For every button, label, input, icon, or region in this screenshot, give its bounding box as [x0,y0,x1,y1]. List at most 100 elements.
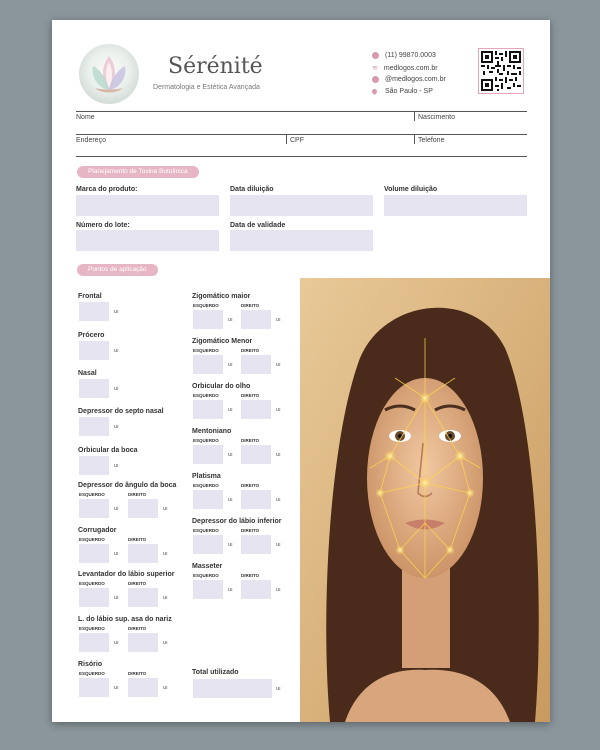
risorio-left-unit: UI [114,685,119,690]
levantador-right-unit: UI [163,595,168,600]
zig-menor-right-field[interactable] [241,355,271,374]
corrugador-right-field[interactable] [128,544,158,563]
masseter-left-unit: UI [228,587,233,592]
platisma-right-unit: UI [276,497,281,502]
brand-tagline: Dermatologia e Estética Avançada [153,84,260,91]
angulo-boca-right-label: DIREITO [128,492,147,497]
risorio-right-label: DIREITO [128,671,147,676]
levantador-right-field[interactable] [128,588,158,607]
septo-unit: UI [114,424,119,429]
asa-nariz-right-field[interactable] [128,633,158,652]
zig-menor-left-field[interactable] [193,355,223,374]
address-divider [286,134,287,144]
birth-label: Nascimento [418,114,455,121]
masseter-right-unit: UI [276,587,281,592]
masseter-label: Masseter [192,563,223,570]
masseter-right-field[interactable] [241,580,271,599]
zig-menor-label: Zigomático Menor [192,338,253,345]
zig-menor-right-unit: UI [276,362,281,367]
corrugador-right-unit: UI [163,551,168,556]
asa-nariz-left-label: ESQUERDO [79,626,105,631]
angulo-boca-right-unit: UI [163,506,168,511]
expiry-field[interactable] [230,230,373,251]
septo-field[interactable] [79,417,109,436]
mentoniano-right-field[interactable] [241,445,271,464]
contact-email: @medlogos.com.br [372,76,446,83]
orbicular-boca-field[interactable] [79,456,109,475]
labio-inferior-left-field[interactable] [193,535,223,554]
asa-nariz-left-unit: UI [114,640,119,645]
contact-phone: (11) 99870.0003 [372,52,436,59]
angulo-boca-label: Depressor do ângulo da boca [78,482,177,489]
asa-nariz-right-unit: UI [163,640,168,645]
levantador-label: Levantador do lábio superior [78,571,175,578]
zig-maior-right-label: DIREITO [241,303,260,308]
cpf-label: CPF [290,137,304,144]
labio-inferior-left-unit: UI [228,542,233,547]
total-unit: UI [276,686,281,691]
procero-unit: UI [114,348,119,353]
risorio-left-field[interactable] [79,678,109,697]
frontal-label: Frontal [78,293,102,300]
labio-inferior-right-field[interactable] [241,535,271,554]
orbicular-boca-label: Orbicular da boca [78,447,138,454]
points-title: Pontos de aplicação [77,264,158,276]
mentoniano-left-label: ESQUERDO [193,438,219,443]
lot-label: Número do lote: [76,222,130,229]
lot-field[interactable] [76,230,219,251]
procero-label: Prócero [78,332,105,339]
orbicular-olho-left-field[interactable] [193,400,223,419]
zig-maior-label: Zigomático maior [192,293,251,300]
orbicular-olho-right-field[interactable] [241,400,271,419]
zig-menor-right-label: DIREITO [241,348,260,353]
address-label: Endereço [76,137,106,144]
frontal-field[interactable] [79,302,109,321]
masseter-left-field[interactable] [193,580,223,599]
labio-inferior-right-unit: UI [276,542,281,547]
zig-maior-left-field[interactable] [193,310,223,329]
nasal-unit: UI [114,386,119,391]
mentoniano-label: Mentoniano [192,428,232,435]
masseter-right-label: DIREITO [241,573,260,578]
form-page: Sérénité Dermatologia e Estética Avançad… [52,20,550,722]
expiry-label: Data de validade [230,222,286,229]
labio-inferior-left-label: ESQUERDO [193,528,219,533]
levantador-left-field[interactable] [79,588,109,607]
dilution-date-field[interactable] [230,195,373,216]
address-line [76,134,527,135]
zig-maior-left-label: ESQUERDO [193,303,219,308]
total-field[interactable] [193,679,272,698]
asa-nariz-left-field[interactable] [79,633,109,652]
dilution-volume-field[interactable] [384,195,527,216]
platisma-right-field[interactable] [241,490,271,509]
corrugador-right-label: DIREITO [128,537,147,542]
levantador-right-label: DIREITO [128,581,147,586]
product-label: Marca do produto: [76,186,138,193]
zig-maior-right-field[interactable] [241,310,271,329]
product-field[interactable] [76,195,219,216]
corrugador-left-field[interactable] [79,544,109,563]
mentoniano-right-label: DIREITO [241,438,260,443]
labio-inferior-right-label: DIREITO [241,528,260,533]
risorio-right-field[interactable] [128,678,158,697]
orbicular-olho-label: Orbicular do olho [192,383,251,390]
orbicular-olho-right-label: DIREITO [241,393,260,398]
labio-inferior-label: Depressor do lábio inferior [192,518,282,525]
masseter-left-label: ESQUERDO [193,573,219,578]
platisma-right-label: DIREITO [241,483,260,488]
orbicular-olho-right-unit: UI [276,407,281,412]
risorio-label: Risório [78,661,103,668]
platisma-label: Platisma [192,473,221,480]
platisma-left-label: ESQUERDO [193,483,219,488]
asa-nariz-label: L. do lábio sup. asa do nariz [78,616,172,623]
nasal-field[interactable] [79,379,109,398]
mentoniano-left-field[interactable] [193,445,223,464]
platisma-left-field[interactable] [193,490,223,509]
zig-menor-left-unit: UI [228,362,233,367]
angulo-boca-left-unit: UI [114,506,119,511]
zig-maior-left-unit: UI [228,317,233,322]
angulo-boca-right-field[interactable] [128,499,158,518]
procero-field[interactable] [79,341,109,360]
angulo-boca-left-field[interactable] [79,499,109,518]
nasal-label: Nasal [78,370,97,377]
